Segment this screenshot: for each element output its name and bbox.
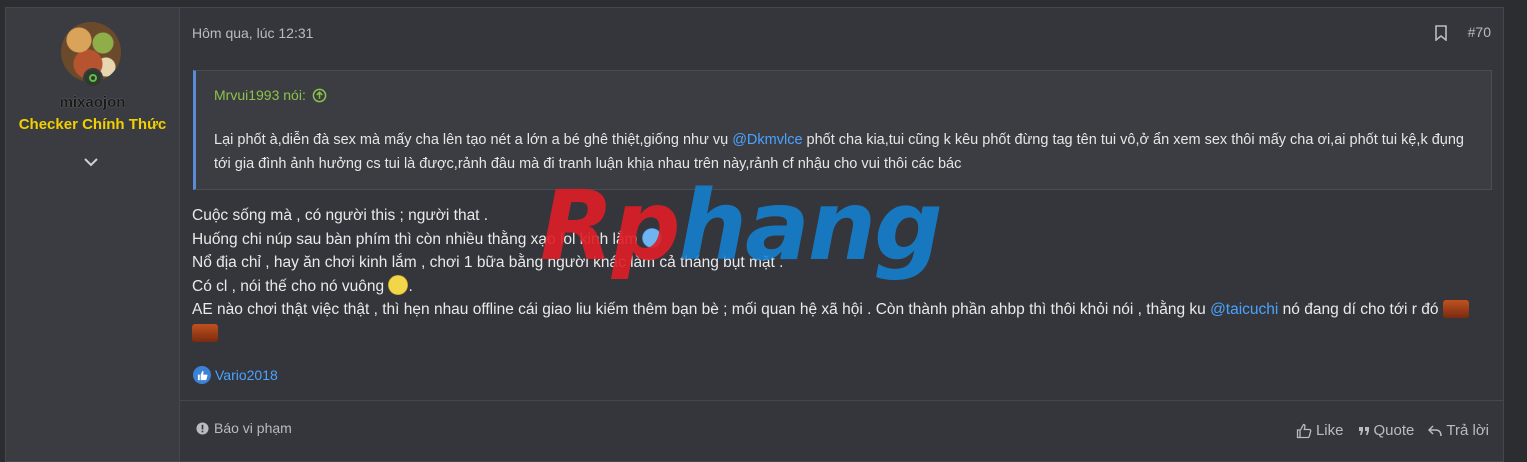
report-label: Báo vi phạm — [214, 420, 292, 436]
body-text: AE nào chơi thật việc thật , thì hẹn nha… — [192, 301, 1211, 318]
user-title: Checker Chính Thức — [18, 116, 167, 133]
like-label: Like — [1315, 422, 1344, 439]
online-status-icon — [83, 68, 103, 88]
post-footer: Báo vi phạm Like Quote Trả lời — [180, 400, 1503, 461]
body-line: Huống chi núp sau bàn phím thì còn nhiều… — [192, 227, 1491, 252]
post-date[interactable]: Hôm qua, lúc 12:31 — [192, 25, 313, 41]
reactions-bar[interactable]: Vario2018 — [193, 366, 278, 384]
body-line: Có cl , nói thế cho nó vuông . — [192, 274, 1491, 299]
bookmark-icon[interactable] — [1435, 25, 1447, 41]
quote-label: Quote — [1373, 422, 1415, 439]
reply-icon — [1428, 424, 1443, 436]
user-mention[interactable]: @Dkmvlce — [732, 132, 802, 148]
body-text: Huống chi núp sau bàn phím thì còn nhiều… — [192, 230, 642, 248]
drum-emoji-icon — [192, 323, 218, 342]
post-main: Hôm qua, lúc 12:31 #70 Mrvui1993 nói: Lạ… — [180, 8, 1503, 461]
quote-icon — [1358, 426, 1369, 435]
globe-emoji-icon — [641, 227, 662, 248]
quote-text: Lại phốt à,diễn đà sex mà mấy cha lên tạ… — [214, 128, 1473, 176]
body-text: Có cl , nói thế cho nó vuông — [192, 277, 389, 295]
arrow-up-circle-icon[interactable] — [312, 88, 327, 103]
body-line: Nổ địa chỉ , hay ăn chơi kinh lắm , chơi… — [192, 254, 784, 271]
post-actions: Like Quote Trả lời — [1296, 422, 1489, 439]
smile-emoji-icon — [388, 274, 409, 295]
post-body: Cuộc sống mà , có người this ; người tha… — [192, 204, 1491, 345]
reply-label: Trả lời — [1446, 422, 1489, 439]
quote-block: Mrvui1993 nói: Lại phốt à,diễn đà sex mà… — [193, 70, 1492, 190]
body-line: AE nào chơi thật việc thật , thì hẹn nha… — [192, 298, 1491, 345]
username[interactable]: mixaojon — [6, 94, 179, 111]
drum-emoji-icon — [1442, 300, 1469, 318]
quote-author[interactable]: Mrvui1993 nói: — [214, 87, 306, 103]
report-icon — [196, 421, 209, 435]
body-line: Cuộc sống mà , có người this ; người tha… — [192, 207, 489, 224]
forum-post: mixaojon Checker Chính Thức Hôm qua, lúc… — [5, 7, 1504, 462]
quote-text-part: Lại phốt à,diễn đà sex mà mấy cha lên tạ… — [214, 132, 733, 148]
like-reaction-icon — [193, 366, 211, 384]
body-text: nó đang dí cho tới r đó — [1278, 301, 1443, 318]
user-sidebar: mixaojon Checker Chính Thức — [6, 8, 180, 461]
body-text: . — [408, 277, 413, 295]
quote-attribution[interactable]: Mrvui1993 nói: — [214, 87, 327, 103]
like-button[interactable]: Like — [1296, 422, 1344, 439]
quote-button[interactable]: Quote — [1358, 422, 1415, 439]
reaction-user[interactable]: Vario2018 — [215, 367, 278, 383]
thumbs-up-icon — [1296, 423, 1312, 438]
user-mention[interactable]: @taicuchi — [1210, 301, 1278, 318]
report-button[interactable]: Báo vi phạm — [196, 420, 292, 436]
reply-button[interactable]: Trả lời — [1428, 422, 1489, 439]
chevron-down-icon[interactable] — [83, 154, 99, 170]
post-number[interactable]: #70 — [1468, 24, 1491, 40]
